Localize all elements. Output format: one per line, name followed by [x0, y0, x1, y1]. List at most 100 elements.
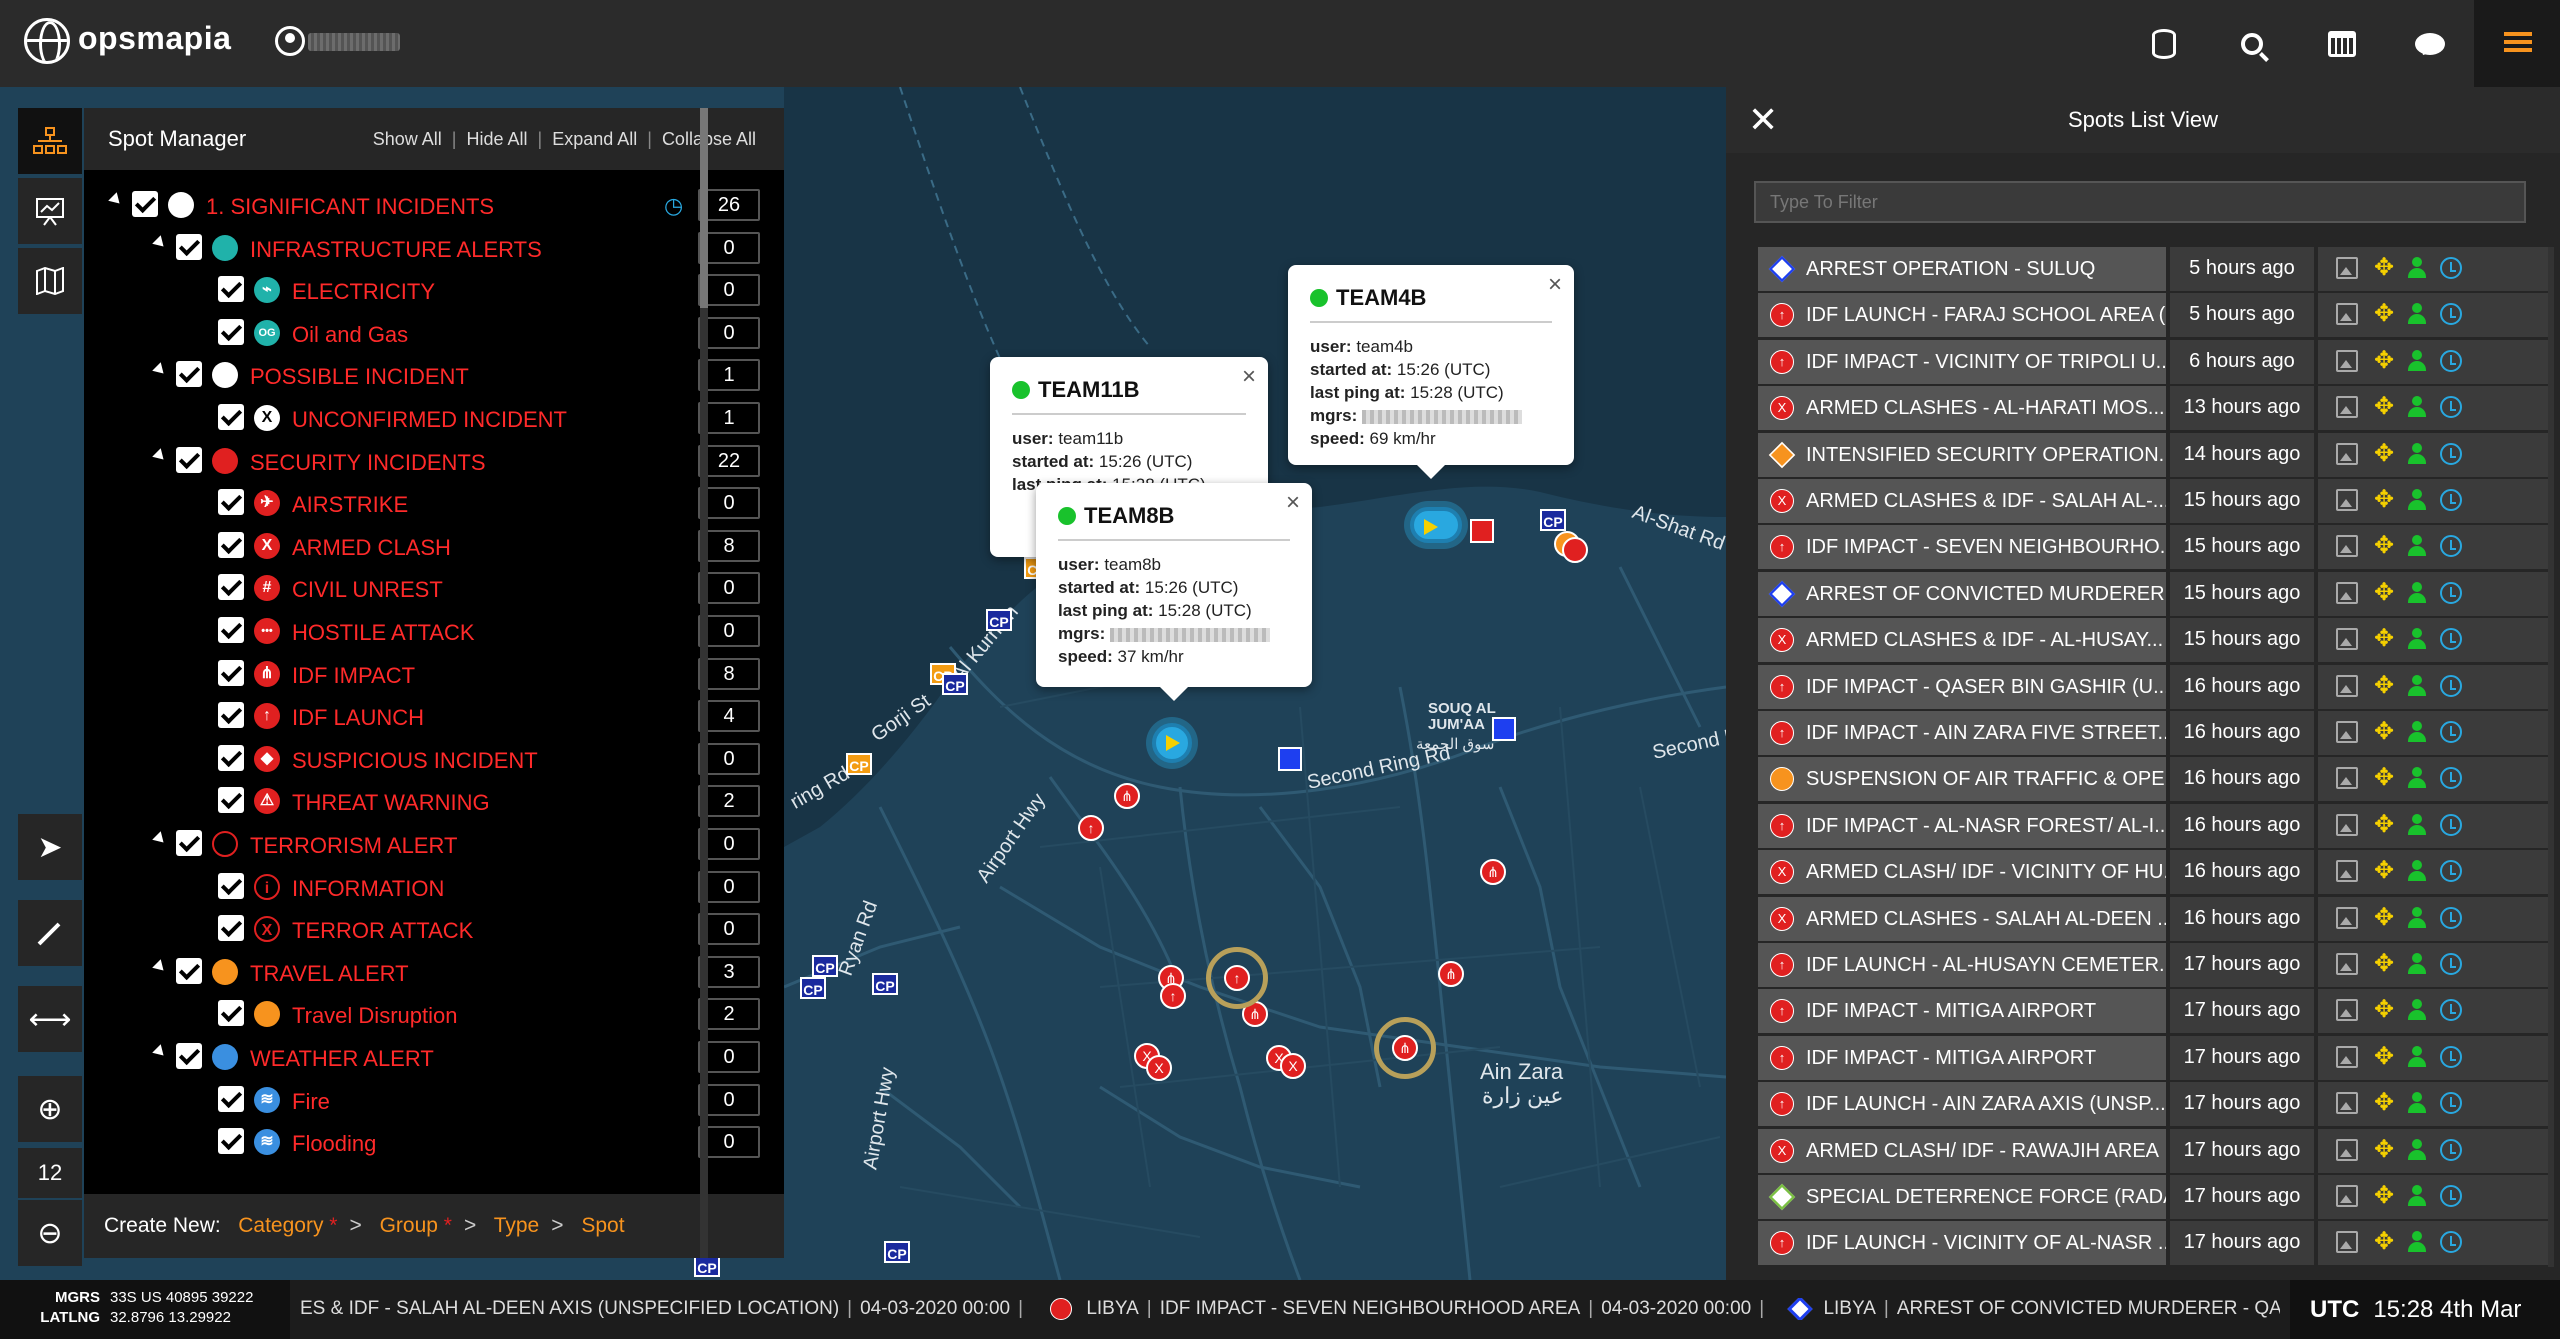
- search-icon[interactable]: [2232, 24, 2272, 64]
- create-category-link[interactable]: Category: [238, 1214, 323, 1237]
- checkpoint-marker[interactable]: CP: [884, 1241, 910, 1263]
- image-icon[interactable]: [2336, 1138, 2358, 1161]
- user-assign-icon[interactable]: [2406, 628, 2428, 650]
- image-icon[interactable]: [2336, 489, 2358, 511]
- locate-crosshair-icon[interactable]: ✥: [2373, 348, 2395, 372]
- locate-crosshair-icon[interactable]: ✥: [2373, 720, 2395, 744]
- locate-crosshair-icon[interactable]: ✥: [2373, 627, 2395, 651]
- popup-team4b[interactable]: × TEAM4B user: team4b started at: 15:26 …: [1288, 265, 1574, 479]
- clock-icon[interactable]: [2440, 813, 2462, 836]
- visibility-checkbox[interactable]: [176, 957, 202, 984]
- spot-name-cell[interactable]: ↑ IDF IMPACT - MITIGA AIRPORT: [1758, 1035, 2166, 1080]
- spot-name-cell[interactable]: ARREST OPERATION - SULUQ: [1758, 247, 2166, 291]
- user-assign-icon[interactable]: [2406, 442, 2428, 465]
- tree-row[interactable]: X UNCONFIRMED INCIDENT 1: [84, 396, 784, 438]
- image-icon[interactable]: [2336, 860, 2358, 883]
- checkpoint-marker[interactable]: CP: [986, 609, 1012, 631]
- spot-name-cell[interactable]: X ARMED CLASHES - SALAH AL-DEEN ...: [1758, 896, 2166, 941]
- user-assign-icon[interactable]: [2406, 1045, 2428, 1068]
- checkpoint-marker[interactable]: CP: [846, 753, 872, 775]
- tree-row[interactable]: OG Oil and Gas 0: [84, 311, 784, 353]
- hierarchy-icon[interactable]: [18, 108, 82, 174]
- user-assign-icon[interactable]: [2406, 721, 2428, 743]
- pencil-icon[interactable]: [18, 900, 82, 966]
- visibility-checkbox[interactable]: [218, 702, 244, 729]
- checkpoint-marker[interactable]: CP: [872, 973, 898, 995]
- spot-name-cell[interactable]: ↑ IDF IMPACT - AIN ZARA FIVE STREET...: [1758, 711, 2166, 755]
- spot-name-cell[interactable]: ↑ IDF IMPACT - MITIGA AIRPORT: [1758, 989, 2166, 1034]
- image-icon[interactable]: [2336, 628, 2358, 651]
- spot-name-cell[interactable]: ↑ IDF LAUNCH - AIN ZARA AXIS (UNSP...: [1758, 1082, 2166, 1127]
- user-assign-icon[interactable]: [2406, 396, 2428, 418]
- hide-all-link[interactable]: Hide All: [466, 129, 527, 150]
- incident-marker[interactable]: X: [1280, 1053, 1306, 1079]
- spot-list-row[interactable]: ↑ IDF IMPACT - AL-NASR FOREST/ AL-I... 16 …: [1758, 803, 2548, 848]
- clock-icon[interactable]: [2440, 257, 2462, 279]
- map-icon[interactable]: [18, 248, 82, 314]
- clock-icon[interactable]: [2440, 581, 2462, 604]
- spot-list-row[interactable]: ↑ IDF IMPACT - VICINITY OF TRIPOLI U... 6 …: [1758, 339, 2548, 384]
- chat-icon[interactable]: [2410, 24, 2450, 64]
- incident-marker[interactable]: X: [1146, 1055, 1172, 1081]
- visibility-checkbox[interactable]: [218, 1000, 244, 1027]
- clock-icon[interactable]: [2440, 535, 2462, 558]
- tree-row[interactable]: WEATHER ALERT 0: [84, 1035, 784, 1077]
- visibility-checkbox[interactable]: [176, 830, 202, 856]
- spot-list-row[interactable]: ↑ IDF LAUNCH - VICINITY OF AL-NASR ... 17 …: [1758, 1221, 2548, 1266]
- locate-crosshair-icon[interactable]: ✥: [2373, 580, 2395, 604]
- clock-icon[interactable]: [2440, 860, 2462, 883]
- spot-name-cell[interactable]: ARREST OF CONVICTED MURDERER ...: [1758, 571, 2166, 616]
- user-assign-icon[interactable]: [2406, 535, 2428, 557]
- locate-crosshair-icon[interactable]: ✥: [2373, 395, 2395, 419]
- clock-icon[interactable]: [2440, 674, 2462, 697]
- presentation-chart-icon[interactable]: [18, 178, 82, 244]
- checkpoint-marker[interactable]: CP: [812, 955, 838, 977]
- clock-icon[interactable]: [2440, 349, 2462, 372]
- spot-manager-scrollbar-thumb[interactable]: [700, 108, 708, 308]
- clock-icon[interactable]: [2440, 767, 2462, 790]
- tree-row[interactable]: INFRASTRUCTURE ALERTS 0: [84, 226, 784, 268]
- clock-icon[interactable]: [2440, 1185, 2462, 1207]
- create-spot-link[interactable]: Spot: [581, 1214, 624, 1237]
- close-icon[interactable]: ×: [1548, 271, 1562, 299]
- tree-row[interactable]: Travel Disruption 2: [84, 992, 784, 1034]
- locate-crosshair-icon[interactable]: ✥: [2373, 1184, 2395, 1208]
- incident-marker[interactable]: ↑: [1078, 815, 1104, 841]
- calendar-icon[interactable]: [2322, 24, 2362, 64]
- spot-list-row[interactable]: X ARMED CLASHES - SALAH AL-DEEN ... 16 hou…: [1758, 896, 2548, 941]
- visibility-checkbox[interactable]: [218, 787, 244, 814]
- visibility-checkbox[interactable]: [176, 446, 202, 473]
- visibility-checkbox[interactable]: [218, 872, 244, 899]
- spot-list-row[interactable]: INTENSIFIED SECURITY OPERATION... 14 hour…: [1758, 432, 2548, 477]
- image-icon[interactable]: [2336, 1185, 2358, 1207]
- spot-name-cell[interactable]: X ARMED CLASH/ IDF - VICINITY OF HU...: [1758, 850, 2166, 895]
- user-icon[interactable]: [275, 26, 305, 56]
- user-assign-icon[interactable]: [2406, 1092, 2428, 1114]
- spot-list-row[interactable]: ↑ IDF IMPACT - AIN ZARA FIVE STREET... 16 …: [1758, 711, 2548, 755]
- image-icon[interactable]: [2336, 303, 2358, 326]
- incident-marker[interactable]: ⋔: [1480, 859, 1506, 885]
- tree-row[interactable]: TERRORISM ALERT 0: [84, 822, 784, 864]
- spot-list-row[interactable]: ARREST OPERATION - SULUQ 5 hours ago ✥: [1758, 247, 2548, 291]
- user-assign-icon[interactable]: [2406, 1138, 2428, 1161]
- tree-row[interactable]: ◆ SUSPICIOUS INCIDENT 0: [84, 737, 784, 779]
- image-icon[interactable]: [2336, 1231, 2358, 1254]
- spot-list-row[interactable]: SUSPENSION OF AIR TRAFFIC & OPE... 16 hou…: [1758, 757, 2548, 802]
- spot-list-row[interactable]: ↑ IDF LAUNCH - FARAJ SCHOOL AREA (... 5 ho…: [1758, 293, 2548, 338]
- tree-row[interactable]: TRAVEL ALERT 3: [84, 950, 784, 992]
- incident-marker[interactable]: [1562, 537, 1588, 563]
- image-icon[interactable]: [2336, 349, 2358, 372]
- visibility-checkbox[interactable]: [176, 1043, 202, 1069]
- tree-row[interactable]: ✈ AIRSTRIKE 0: [84, 481, 784, 523]
- user-assign-icon[interactable]: [2406, 489, 2428, 511]
- spot-list-row[interactable]: X ARMED CLASHES - AL-HARATI MOS... 13 hour…: [1758, 386, 2548, 431]
- clock-icon[interactable]: [2440, 1231, 2462, 1254]
- tree-row[interactable]: POSSIBLE INCIDENT 1: [84, 353, 784, 395]
- spot-name-cell[interactable]: SPECIAL DETERRENCE FORCE (RADA...: [1758, 1175, 2166, 1219]
- tree-row[interactable]: X TERROR ATTACK 0: [84, 907, 784, 949]
- checkpoint-marker[interactable]: CP: [942, 673, 968, 695]
- image-icon[interactable]: [2336, 953, 2358, 975]
- image-icon[interactable]: [2336, 906, 2358, 929]
- spot-name-cell[interactable]: X ARMED CLASHES - AL-HARATI MOS...: [1758, 386, 2166, 431]
- clock-icon[interactable]: [2440, 1092, 2462, 1115]
